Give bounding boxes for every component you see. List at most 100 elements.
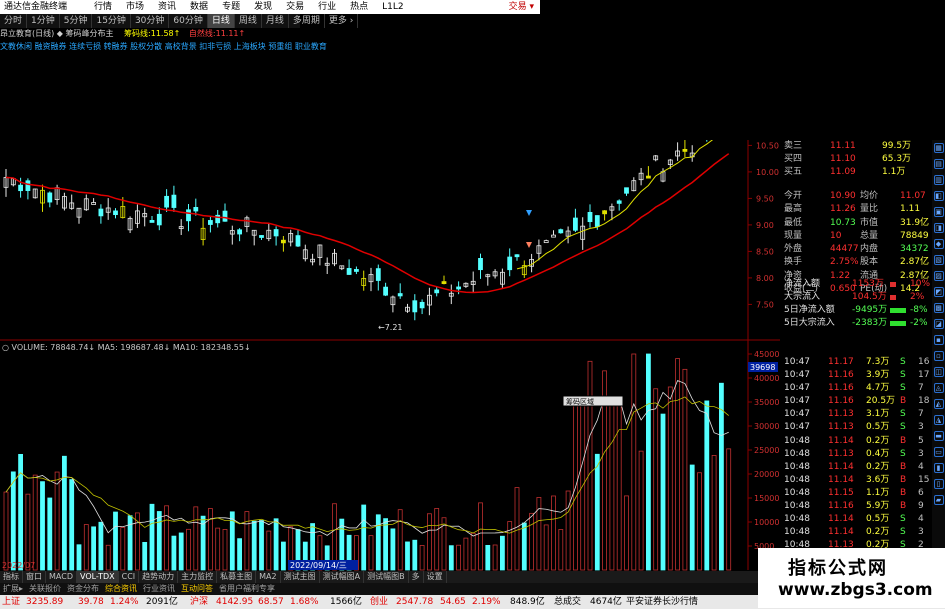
tool-icon-20[interactable]: ▭ — [933, 447, 944, 457]
period-tab-10[interactable]: 更多 › — [325, 14, 359, 28]
tool-icon-4[interactable]: ◧ — [933, 191, 944, 201]
tick-volume: 0.5万 — [866, 514, 890, 525]
tick-count: 7 — [918, 409, 924, 420]
menu-item-3[interactable]: 数据 — [190, 2, 208, 12]
bottom-tab-5[interactable]: 互动问答 — [178, 583, 216, 595]
tick-time: 10:48 — [784, 435, 810, 446]
chart-area[interactable]: 10.50 10.00 9.50 9.00 8.50 8.00 7.50 ←7.21 ○ VOL… — [0, 140, 780, 580]
period-tab-4[interactable]: 30分钟 — [131, 14, 170, 28]
indicator-tab-4[interactable]: CCI — [119, 571, 140, 583]
indicator-tab-13[interactable]: 设置 — [424, 571, 447, 583]
bottom-tab-6[interactable]: 省用户福利专享 — [216, 583, 278, 595]
tool-icon-1[interactable]: ▦ — [933, 143, 944, 153]
indicator-tab-10[interactable]: 测试幅图A — [320, 571, 365, 583]
period-tab-9[interactable]: 多周期 — [289, 14, 325, 28]
tool-icon-11[interactable]: ▩ — [933, 303, 944, 313]
tick-row: 10:48 11.16 5.9万 B 9 — [782, 500, 932, 513]
bottom-tab-4[interactable]: 行业资讯 — [140, 583, 178, 595]
menu-item-7[interactable]: 行业 — [318, 2, 336, 12]
sh-label[interactable]: 上证 — [2, 595, 20, 609]
tick-row: 10:48 11.14 3.6万 B 15 — [782, 474, 932, 487]
tool-icon-6[interactable]: ◨ — [933, 223, 944, 233]
indicator-tab-1[interactable]: 窗口 — [23, 571, 46, 583]
bottom-tab-2[interactable]: 资金分布 — [64, 583, 102, 595]
tick-price: 11.14 — [828, 461, 854, 472]
period-tab-8[interactable]: 月线 — [262, 14, 289, 28]
tick-time: 10:48 — [784, 474, 810, 485]
broker-name[interactable]: 平安证券长沙行情 — [626, 595, 698, 609]
volume-bar — [193, 506, 199, 571]
period-tab-3[interactable]: 15分钟 — [92, 14, 131, 28]
tool-icon-17[interactable]: ◭ — [933, 399, 944, 409]
bottom-tab-0[interactable]: 扩展▸ — [0, 583, 26, 595]
menu-item-0[interactable]: 行情 — [94, 2, 112, 12]
tool-icon-2[interactable]: ▤ — [933, 159, 944, 169]
indicator-tab-2[interactable]: MACD — [46, 571, 77, 583]
candle-body — [149, 220, 155, 223]
menu-item-8[interactable]: 热点 — [350, 2, 368, 12]
menu-item-6[interactable]: 交易 — [286, 2, 304, 12]
candle-body — [434, 289, 440, 294]
sz-label[interactable]: 沪深 — [190, 595, 208, 609]
menu-item-2[interactable]: 资讯 — [158, 2, 176, 12]
tick-time: 10:48 — [784, 514, 810, 525]
tool-icon-19[interactable]: ▬ — [933, 431, 944, 441]
tool-icon-8[interactable]: ▧ — [933, 255, 944, 265]
tool-icon-5[interactable]: ▣ — [933, 207, 944, 217]
concept-tags[interactable]: 文教休闲 融资融券 连续亏损 转融券 股权分散 高校背景 扣非亏损 上海板块 预… — [0, 41, 400, 53]
indicator-tab-3[interactable]: VOL-TDX — [76, 571, 119, 583]
signal-marker-blue — [526, 210, 532, 216]
tool-icon-21[interactable]: ▮ — [933, 463, 944, 473]
volume-bar — [638, 450, 644, 571]
period-tab-7[interactable]: 周线 — [235, 14, 262, 28]
quote-row: 外盘 44477 内盘 34372 — [782, 243, 932, 256]
tool-icon-3[interactable]: ▥ — [933, 175, 944, 185]
candle-body — [346, 268, 352, 275]
indicator-tab-12[interactable]: 多 — [409, 571, 424, 583]
volume-bar — [543, 524, 549, 571]
tick-row: 10:47 11.13 3.1万 S 7 — [782, 408, 932, 421]
indicator-tab-0[interactable]: 指标 — [0, 571, 23, 583]
indicator-tab-9[interactable]: 测试主图 — [281, 571, 320, 583]
period-tab-2[interactable]: 5分钟 — [60, 14, 93, 28]
period-tab-1[interactable]: 1分钟 — [27, 14, 60, 28]
tool-icon-10[interactable]: ◩ — [933, 287, 944, 297]
tool-icon-22[interactable]: ▯ — [933, 479, 944, 489]
flow-percent: -8% — [910, 305, 928, 315]
volume-bar — [689, 464, 695, 571]
bottom-tab-3[interactable]: 综合资讯 — [102, 583, 140, 595]
tool-icon-16[interactable]: ◬ — [933, 383, 944, 393]
total-label: 总成交 — [554, 597, 582, 607]
period-tab-5[interactable]: 60分钟 — [169, 14, 208, 28]
tool-icon-23[interactable]: ▰ — [933, 495, 944, 505]
period-tab-6[interactable]: 日线 — [207, 14, 235, 28]
volume-cursor-label: 39698 — [750, 363, 775, 372]
tool-icon-13[interactable]: ▪ — [933, 335, 944, 345]
menu-item-9[interactable]: L1L2 — [382, 2, 403, 12]
tool-icon-15[interactable]: ◫ — [933, 367, 944, 377]
cy-label[interactable]: 创业 — [370, 595, 388, 609]
indicator-tab-11[interactable]: 测试幅图B — [364, 571, 409, 583]
candle-body — [222, 210, 228, 222]
indicator-tab-6[interactable]: 主力监控 — [178, 571, 218, 583]
period-tab-0[interactable]: 分时 — [0, 14, 28, 28]
tool-icon-12[interactable]: ◪ — [933, 319, 944, 329]
tool-icon-18[interactable]: ◮ — [933, 415, 944, 425]
indicator-name[interactable]: ◆ 筹码峰分布主 — [57, 29, 114, 38]
bottom-tab-1[interactable]: 关联报价 — [26, 583, 64, 595]
candle-body — [164, 195, 170, 208]
sh-change: 39.78 — [78, 597, 104, 607]
volume-bar — [624, 495, 629, 571]
volume-bar — [40, 481, 45, 571]
menu-item-1[interactable]: 市场 — [126, 2, 144, 12]
tool-icon-7[interactable]: ◆ — [933, 239, 944, 249]
indicator-tab-8[interactable]: MA2 — [256, 571, 281, 583]
indicator-tab-7[interactable]: 私募主图 — [217, 571, 257, 583]
tool-icon-14[interactable]: ▫ — [933, 351, 944, 361]
trade-menu-button[interactable]: 交易 ▾ — [509, 0, 534, 14]
tool-icon-9[interactable]: ▨ — [933, 271, 944, 281]
menu-item-5[interactable]: 发现 — [254, 2, 272, 12]
indicator-tab-5[interactable]: 趋势动力 — [139, 571, 179, 583]
kline-chart[interactable]: 10.50 10.00 9.50 9.00 8.50 8.00 7.50 ←7.21 ○ VOL… — [0, 140, 780, 580]
menu-item-4[interactable]: 专题 — [222, 2, 240, 12]
